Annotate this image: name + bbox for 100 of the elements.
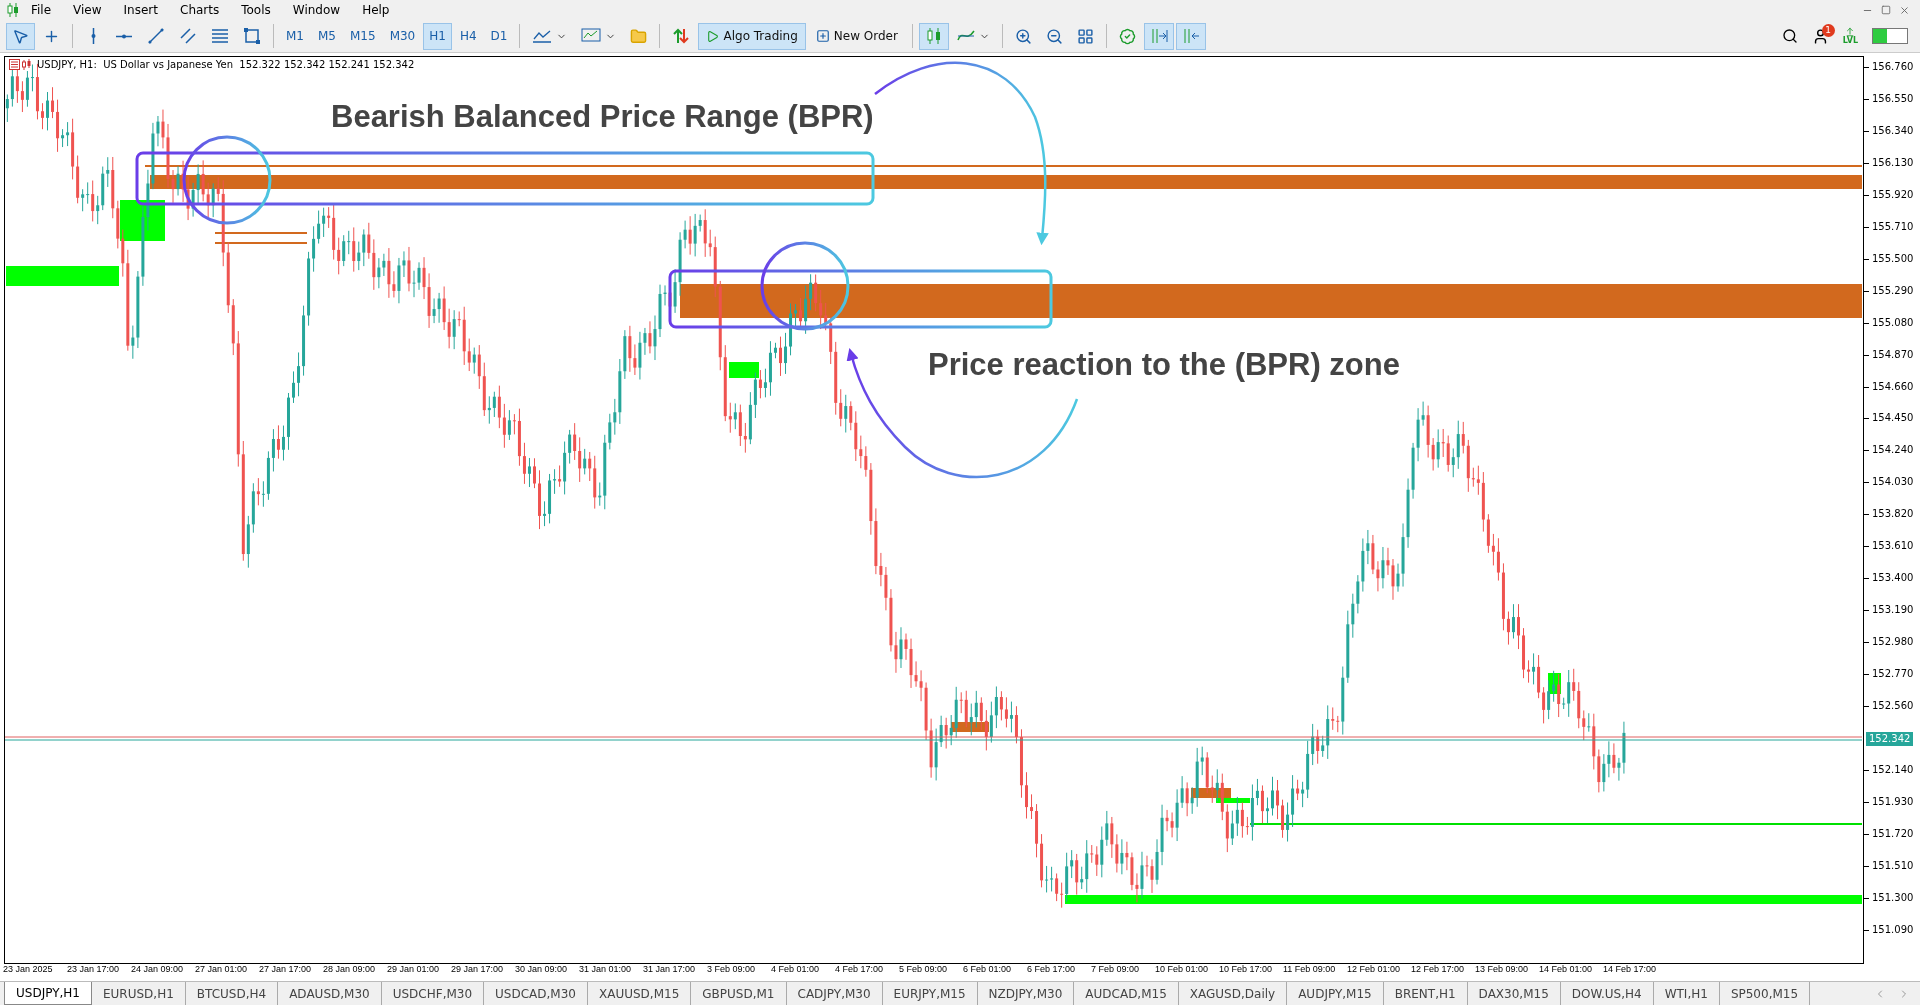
signal-meter-icon bbox=[1872, 28, 1908, 44]
menu-item[interactable]: Charts bbox=[169, 3, 231, 17]
vertical-line-icon bbox=[90, 27, 96, 45]
timeframe-button[interactable]: D1 bbox=[484, 22, 514, 50]
chart-window-icon bbox=[9, 59, 33, 70]
menu-item[interactable]: Window bbox=[281, 3, 352, 17]
tool-button[interactable] bbox=[918, 22, 949, 50]
horizontal-line-icon bbox=[115, 33, 133, 39]
price-label: 151.510 bbox=[1864, 858, 1920, 891]
chart-tab[interactable]: WTI,H1 bbox=[1653, 982, 1720, 1005]
price-label: 155.500 bbox=[1864, 251, 1920, 284]
chart-tab[interactable]: USDCAD,M30 bbox=[484, 982, 588, 1005]
price-label: 152.140 bbox=[1864, 762, 1920, 795]
notification-badge: 1 bbox=[1821, 23, 1835, 37]
time-label: 29 Jan 01:00 bbox=[387, 964, 441, 976]
chart-tab[interactable]: BTCUSD,H4 bbox=[185, 982, 279, 1005]
price-label: 153.400 bbox=[1864, 571, 1920, 604]
chart-tab[interactable]: EURJPY,M15 bbox=[882, 982, 978, 1005]
price-label: 155.710 bbox=[1864, 219, 1920, 252]
time-label: 3 Feb 09:00 bbox=[707, 964, 757, 976]
chart-tab[interactable]: DAX30,M15 bbox=[1467, 982, 1561, 1005]
chart-tab[interactable]: AUDCAD,M15 bbox=[1074, 982, 1179, 1005]
timeframe-button[interactable]: M30 bbox=[383, 22, 422, 50]
menu-item[interactable]: View bbox=[62, 3, 113, 17]
time-label: 4 Feb 17:00 bbox=[835, 964, 885, 976]
search-icon[interactable] bbox=[1781, 28, 1798, 44]
chart-tab[interactable]: USDCHF,M30 bbox=[381, 982, 485, 1005]
candlestick-icon bbox=[924, 27, 943, 45]
chart-tab[interactable]: GBPUSD,M1 bbox=[691, 982, 787, 1005]
price-label: 156.760 bbox=[1864, 60, 1920, 92]
annotation-title: Price reaction to the (BPR) zone bbox=[928, 347, 1400, 383]
price-label: 152.770 bbox=[1864, 667, 1920, 700]
time-label: 13 Feb 09:00 bbox=[1475, 964, 1530, 976]
chart-symbol-info: USDJPY, H1: US Dollar vs Japanese Yen 152.322 152.342 152.241 152.342 bbox=[37, 59, 415, 70]
new-order-icon bbox=[815, 29, 830, 43]
auto-scroll-icon bbox=[1181, 27, 1200, 45]
chart-tab[interactable]: EURUSD,H1 bbox=[91, 982, 186, 1005]
algo-trading-button[interactable]: Algo Trading bbox=[698, 22, 806, 50]
price-label: 153.610 bbox=[1864, 539, 1920, 572]
price-label: 151.720 bbox=[1864, 826, 1920, 859]
price-label: 155.920 bbox=[1864, 187, 1920, 220]
chart-shift-icon bbox=[1149, 27, 1168, 45]
up-down-arrows-icon bbox=[672, 27, 691, 45]
time-label: 12 Feb 01:00 bbox=[1347, 964, 1402, 976]
menu-item[interactable]: Help bbox=[351, 3, 401, 17]
price-label: 154.030 bbox=[1864, 475, 1920, 508]
chart-tab[interactable]: XAGUSD,Daily bbox=[1178, 982, 1288, 1005]
cursor-icon bbox=[12, 27, 29, 45]
timeframe-button[interactable]: M15 bbox=[344, 22, 382, 50]
price-label: 152.980 bbox=[1864, 635, 1920, 668]
timeframe-button[interactable]: H4 bbox=[453, 22, 483, 50]
price-label: 155.290 bbox=[1864, 283, 1920, 316]
trend-line-icon bbox=[147, 27, 165, 45]
chart-tab[interactable]: BRENT,H1 bbox=[1383, 982, 1468, 1005]
menu-item[interactable]: Tools bbox=[230, 3, 282, 17]
channel-icon bbox=[179, 27, 197, 45]
chart-tab[interactable]: ADAUSD,M30 bbox=[278, 982, 382, 1005]
timeframe-button[interactable]: H1 bbox=[423, 22, 452, 50]
zoom-out-icon bbox=[1045, 27, 1063, 45]
timeframe-button[interactable]: M5 bbox=[312, 22, 342, 50]
time-label: 30 Jan 09:00 bbox=[515, 964, 569, 976]
price-label: 154.660 bbox=[1864, 379, 1920, 412]
time-label: 29 Jan 17:00 bbox=[451, 964, 505, 976]
tool-button[interactable] bbox=[1143, 22, 1174, 50]
time-label: 10 Feb 01:00 bbox=[1155, 964, 1210, 976]
time-label: 27 Jan 01:00 bbox=[195, 964, 249, 976]
chart-tab[interactable]: NZDJPY,M30 bbox=[977, 982, 1075, 1005]
close-icon[interactable] bbox=[1899, 4, 1910, 16]
monitor-chart-icon bbox=[581, 28, 602, 44]
current-price-tag: 152.342 bbox=[1866, 732, 1914, 746]
chart-tab[interactable]: USDJPY,H1 bbox=[4, 982, 92, 1005]
fibonacci-icon bbox=[211, 27, 229, 45]
price-label: 156.550 bbox=[1864, 91, 1920, 124]
time-label: 31 Jan 17:00 bbox=[643, 964, 697, 976]
chart-tab[interactable]: XAUUSD,M15 bbox=[588, 982, 692, 1005]
play-icon bbox=[706, 29, 720, 43]
menu-item[interactable]: Insert bbox=[112, 3, 169, 17]
demand-zone bbox=[1216, 798, 1250, 803]
tool-button[interactable] bbox=[6, 22, 35, 50]
time-label: 23 Jan 17:00 bbox=[67, 964, 121, 976]
time-label: 12 Feb 17:00 bbox=[1411, 964, 1466, 976]
time-label: 6 Feb 17:00 bbox=[1027, 964, 1077, 976]
chart-tab[interactable]: CADJPY,M30 bbox=[786, 982, 883, 1005]
time-label: 5 Feb 09:00 bbox=[899, 964, 949, 976]
chart-tab[interactable]: SP500,M15 bbox=[1719, 982, 1811, 1005]
price-label: 154.870 bbox=[1864, 347, 1920, 380]
price-label: 156.130 bbox=[1864, 155, 1920, 188]
new-order-button[interactable]: New Order bbox=[807, 22, 906, 50]
chart-tab[interactable]: DOW.US,H4 bbox=[1560, 982, 1654, 1005]
menu-item[interactable]: File bbox=[20, 3, 63, 17]
time-label: 14 Feb 01:00 bbox=[1539, 964, 1594, 976]
time-label: 14 Feb 17:00 bbox=[1603, 964, 1658, 976]
chart-tab[interactable]: AUDJPY,M15 bbox=[1287, 982, 1384, 1005]
time-label: 31 Jan 01:00 bbox=[579, 964, 633, 976]
restore-icon[interactable] bbox=[1881, 4, 1891, 15]
time-label: 7 Feb 09:00 bbox=[1091, 964, 1141, 976]
grid-icon bbox=[1076, 27, 1094, 45]
timeframe-button[interactable]: M1 bbox=[280, 22, 310, 50]
time-label: 11 Feb 09:00 bbox=[1283, 964, 1337, 976]
price-label: 151.930 bbox=[1864, 794, 1920, 827]
